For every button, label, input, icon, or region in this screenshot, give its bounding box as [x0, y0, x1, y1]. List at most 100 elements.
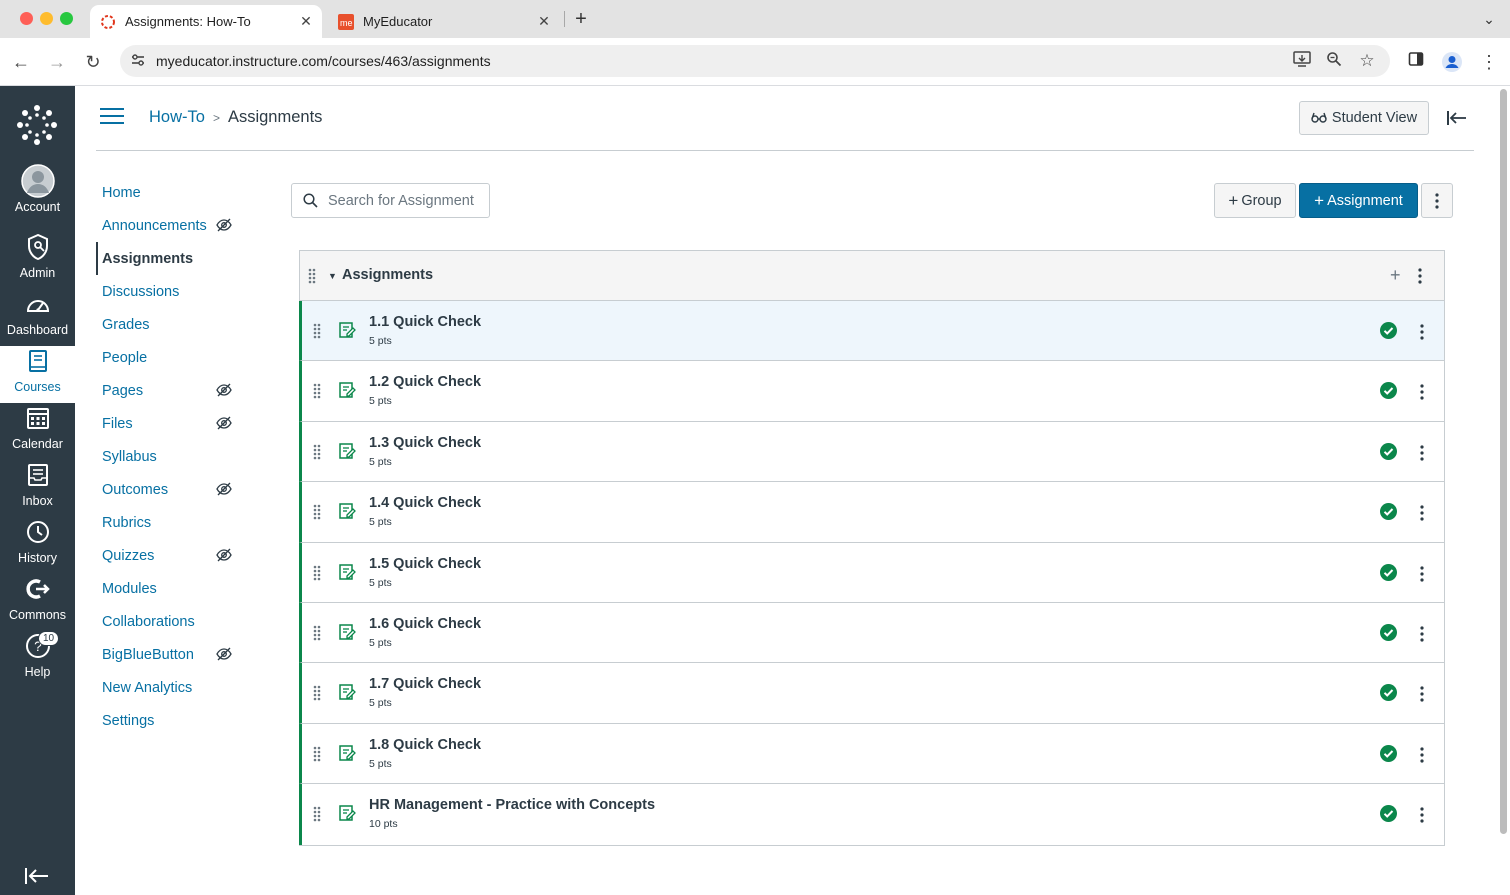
drag-handle-icon[interactable] [308, 268, 316, 289]
assignment-title-link[interactable]: 1.4 Quick Check [369, 495, 481, 511]
global-nav-admin[interactable]: Admin [0, 232, 75, 289]
assignment-kebab-icon[interactable] [1420, 505, 1424, 526]
assignment-title-link[interactable]: 1.5 Quick Check [369, 556, 481, 572]
site-info-icon[interactable] [120, 53, 156, 70]
global-nav-courses[interactable]: Courses [0, 346, 75, 403]
global-nav-history[interactable]: History [0, 517, 75, 574]
drag-handle-icon[interactable] [313, 806, 321, 827]
minimize-window-button[interactable] [40, 12, 53, 25]
published-check-icon[interactable] [1380, 563, 1397, 581]
bookmark-star-icon[interactable]: ☆ [1357, 51, 1377, 71]
published-check-icon[interactable] [1380, 744, 1397, 762]
collapse-caret-icon[interactable]: ▼ [328, 271, 337, 281]
canvas-logo-icon[interactable] [16, 104, 58, 146]
course-nav-discussions[interactable]: Discussions [96, 275, 246, 308]
tab-search-chevron-icon[interactable]: ⌄ [1478, 8, 1500, 30]
assignment-title-link[interactable]: 1.8 Quick Check [369, 737, 481, 753]
new-tab-icon[interactable]: + [570, 8, 592, 31]
browser-menu-icon[interactable]: ⋮ [1478, 51, 1500, 73]
course-nav-grades[interactable]: Grades [96, 308, 246, 341]
browser-tab-myeducator[interactable]: me MyEducator ✕ [328, 5, 560, 38]
course-nav-collaborations[interactable]: Collaborations [96, 605, 246, 638]
address-bar[interactable]: myeducator.instructure.com/courses/463/a… [120, 45, 1390, 77]
back-arrow-icon[interactable]: ← [9, 50, 33, 74]
global-nav-account[interactable]: Account [0, 164, 75, 223]
collapse-nav-icon[interactable] [24, 866, 52, 888]
assignment-row[interactable]: 1.5 Quick Check 5 pts [299, 542, 1444, 603]
assignment-kebab-icon[interactable] [1420, 445, 1424, 466]
drag-handle-icon[interactable] [313, 444, 321, 465]
course-nav-pages[interactable]: Pages [96, 374, 246, 407]
assignment-row[interactable]: 1.3 Quick Check 5 pts [299, 421, 1444, 483]
assignment-title-link[interactable]: 1.6 Quick Check [369, 616, 481, 632]
zoom-icon[interactable] [1324, 51, 1344, 71]
drag-handle-icon[interactable] [313, 383, 321, 404]
breadcrumb-course-link[interactable]: How-To [149, 108, 205, 127]
global-nav-help[interactable]: ? 10 Help [0, 631, 75, 688]
assignment-row[interactable]: 1.4 Quick Check 5 pts [299, 482, 1444, 543]
assignment-kebab-icon[interactable] [1420, 565, 1424, 587]
search-assignment-input[interactable] [328, 192, 478, 209]
assignment-kebab-icon[interactable] [1420, 384, 1424, 405]
course-nav-settings[interactable]: Settings [96, 704, 246, 737]
assignment-title-link[interactable]: 1.2 Quick Check [369, 374, 481, 390]
page-scrollbar[interactable] [1497, 86, 1510, 895]
course-nav-outcomes[interactable]: Outcomes [96, 473, 246, 506]
global-nav-inbox[interactable]: Inbox [0, 460, 75, 517]
assignment-title-link[interactable]: 1.7 Quick Check [369, 676, 481, 692]
assignment-title-link[interactable]: HR Management - Practice with Concepts [369, 797, 655, 813]
browser-tab-assignments[interactable]: Assignments: How-To ✕ [90, 5, 322, 38]
assignment-kebab-icon[interactable] [1420, 626, 1424, 647]
group-kebab-icon[interactable] [1418, 268, 1422, 289]
published-check-icon[interactable] [1380, 805, 1397, 823]
add-group-button[interactable]: + Group [1214, 183, 1296, 218]
scrollbar-thumb[interactable] [1500, 89, 1507, 834]
course-nav-rubrics[interactable]: Rubrics [96, 506, 246, 539]
assignment-row[interactable]: HR Management - Practice with Concepts 10… [299, 784, 1444, 845]
assignment-row[interactable]: 1.8 Quick Check 5 pts [299, 723, 1444, 785]
drag-handle-icon[interactable] [313, 565, 321, 586]
course-nav-assignments[interactable]: Assignments [96, 242, 246, 275]
course-nav-home[interactable]: Home [96, 176, 246, 209]
assignment-title-link[interactable]: 1.3 Quick Check [369, 435, 481, 451]
course-nav-bigbluebutton[interactable]: BigBlueButton [96, 638, 246, 671]
assignment-title-link[interactable]: 1.1 Quick Check [369, 314, 481, 330]
maximize-window-button[interactable] [60, 12, 73, 25]
drag-handle-icon[interactable] [313, 685, 321, 706]
course-menu-toggle-icon[interactable] [100, 108, 124, 128]
published-check-icon[interactable] [1380, 503, 1397, 521]
forward-arrow-icon[interactable]: → [45, 50, 69, 74]
drag-handle-icon[interactable] [313, 504, 321, 525]
global-nav-commons[interactable]: Commons [0, 574, 75, 631]
student-view-button[interactable]: Student View [1299, 101, 1429, 135]
published-check-icon[interactable] [1380, 322, 1397, 339]
assignment-kebab-icon[interactable] [1420, 807, 1424, 828]
course-nav-syllabus[interactable]: Syllabus [96, 440, 246, 473]
course-nav-people[interactable]: People [96, 341, 246, 374]
side-panel-icon[interactable] [1405, 51, 1427, 73]
assignment-row[interactable]: 1.1 Quick Check 5 pts [299, 301, 1444, 362]
collapse-sidebar-icon[interactable] [1446, 108, 1468, 128]
course-nav-files[interactable]: Files [96, 407, 246, 440]
reload-icon[interactable]: ↻ [81, 50, 105, 74]
course-nav-announcements[interactable]: Announcements [96, 209, 246, 242]
add-assignment-button[interactable]: + Assignment [1299, 183, 1418, 218]
drag-handle-icon[interactable] [313, 746, 321, 767]
assignment-row[interactable]: 1.7 Quick Check 5 pts [299, 663, 1444, 724]
close-tab-icon[interactable]: ✕ [296, 13, 316, 30]
install-app-icon[interactable] [1292, 51, 1312, 71]
course-nav-new-analytics[interactable]: New Analytics [96, 671, 246, 704]
assignment-group-header[interactable]: ▼ Assignments + [300, 251, 1444, 301]
profile-avatar[interactable] [1441, 51, 1463, 73]
global-nav-calendar[interactable]: Calendar [0, 403, 75, 460]
search-assignment-field[interactable] [291, 183, 490, 218]
close-window-button[interactable] [20, 12, 33, 25]
assignments-settings-kebab-icon[interactable] [1421, 183, 1453, 218]
drag-handle-icon[interactable] [313, 323, 321, 344]
course-nav-quizzes[interactable]: Quizzes [96, 539, 246, 572]
assignment-kebab-icon[interactable] [1420, 686, 1424, 707]
published-check-icon[interactable] [1380, 623, 1397, 641]
global-nav-dashboard[interactable]: Dashboard [0, 289, 75, 346]
add-to-group-icon[interactable]: + [1390, 265, 1401, 286]
published-check-icon[interactable] [1380, 442, 1397, 460]
